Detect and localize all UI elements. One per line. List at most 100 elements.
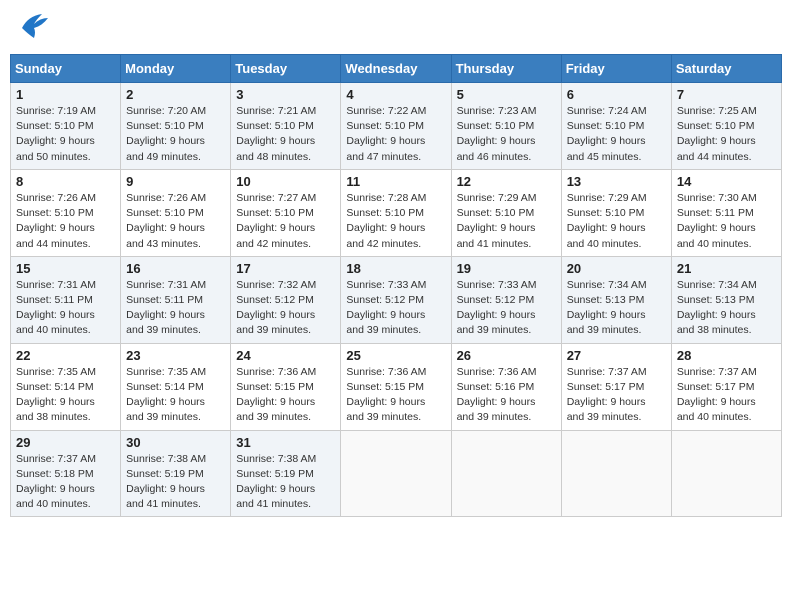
calendar-cell bbox=[671, 430, 781, 517]
day-number: 8 bbox=[16, 174, 115, 189]
day-number: 28 bbox=[677, 348, 776, 363]
day-info: Sunrise: 7:22 AM Sunset: 5:10 PM Dayligh… bbox=[346, 104, 445, 165]
calendar-cell: 28 Sunrise: 7:37 AM Sunset: 5:17 PM Dayli… bbox=[671, 343, 781, 430]
day-number: 14 bbox=[677, 174, 776, 189]
calendar-cell: 7 Sunrise: 7:25 AM Sunset: 5:10 PM Daylig… bbox=[671, 83, 781, 170]
day-info: Sunrise: 7:23 AM Sunset: 5:10 PM Dayligh… bbox=[457, 104, 556, 165]
day-info: Sunrise: 7:21 AM Sunset: 5:10 PM Dayligh… bbox=[236, 104, 335, 165]
day-info: Sunrise: 7:33 AM Sunset: 5:12 PM Dayligh… bbox=[346, 278, 445, 339]
day-number: 12 bbox=[457, 174, 556, 189]
day-info: Sunrise: 7:36 AM Sunset: 5:15 PM Dayligh… bbox=[236, 365, 335, 426]
calendar-cell: 1Sunrise: 7:19 AM Sunset: 5:10 PM Daylig… bbox=[11, 83, 121, 170]
calendar-cell bbox=[561, 430, 671, 517]
calendar-cell: 10 Sunrise: 7:27 AM Sunset: 5:10 PM Dayli… bbox=[231, 169, 341, 256]
calendar-cell: 8Sunrise: 7:26 AM Sunset: 5:10 PM Daylig… bbox=[11, 169, 121, 256]
page-header bbox=[10, 10, 782, 48]
calendar-cell: 9 Sunrise: 7:26 AM Sunset: 5:10 PM Daylig… bbox=[121, 169, 231, 256]
day-number: 21 bbox=[677, 261, 776, 276]
day-info: Sunrise: 7:37 AM Sunset: 5:17 PM Dayligh… bbox=[677, 365, 776, 426]
day-info: Sunrise: 7:30 AM Sunset: 5:11 PM Dayligh… bbox=[677, 191, 776, 252]
day-info: Sunrise: 7:31 AM Sunset: 5:11 PM Dayligh… bbox=[126, 278, 225, 339]
day-number: 3 bbox=[236, 87, 335, 102]
day-info: Sunrise: 7:32 AM Sunset: 5:12 PM Dayligh… bbox=[236, 278, 335, 339]
day-number: 16 bbox=[126, 261, 225, 276]
day-number: 29 bbox=[16, 435, 115, 450]
day-number: 9 bbox=[126, 174, 225, 189]
calendar-header: SundayMondayTuesdayWednesdayThursdayFrid… bbox=[11, 55, 782, 83]
weekday-header-wednesday: Wednesday bbox=[341, 55, 451, 83]
calendar-cell: 5 Sunrise: 7:23 AM Sunset: 5:10 PM Daylig… bbox=[451, 83, 561, 170]
calendar-week-row: 15 Sunrise: 7:31 AM Sunset: 5:11 PM Dayli… bbox=[11, 256, 782, 343]
day-info: Sunrise: 7:19 AM Sunset: 5:10 PM Dayligh… bbox=[16, 104, 115, 165]
day-number: 19 bbox=[457, 261, 556, 276]
day-number: 7 bbox=[677, 87, 776, 102]
calendar-cell: 19Sunrise: 7:33 AM Sunset: 5:12 PM Dayli… bbox=[451, 256, 561, 343]
calendar-cell: 14 Sunrise: 7:30 AM Sunset: 5:11 PM Dayli… bbox=[671, 169, 781, 256]
day-info: Sunrise: 7:24 AM Sunset: 5:10 PM Dayligh… bbox=[567, 104, 666, 165]
calendar-cell: 17 Sunrise: 7:32 AM Sunset: 5:12 PM Dayli… bbox=[231, 256, 341, 343]
calendar-cell: 29 Sunrise: 7:37 AM Sunset: 5:18 PM Dayli… bbox=[11, 430, 121, 517]
weekday-header-sunday: Sunday bbox=[11, 55, 121, 83]
day-number: 22 bbox=[16, 348, 115, 363]
day-number: 26 bbox=[457, 348, 556, 363]
weekday-header-tuesday: Tuesday bbox=[231, 55, 341, 83]
day-number: 25 bbox=[346, 348, 445, 363]
day-info: Sunrise: 7:37 AM Sunset: 5:18 PM Dayligh… bbox=[16, 452, 115, 513]
day-number: 30 bbox=[126, 435, 225, 450]
day-info: Sunrise: 7:20 AM Sunset: 5:10 PM Dayligh… bbox=[126, 104, 225, 165]
day-number: 15 bbox=[16, 261, 115, 276]
calendar-cell: 20 Sunrise: 7:34 AM Sunset: 5:13 PM Dayli… bbox=[561, 256, 671, 343]
calendar-cell: 30 Sunrise: 7:38 AM Sunset: 5:19 PM Dayli… bbox=[121, 430, 231, 517]
calendar-cell bbox=[451, 430, 561, 517]
calendar-cell: 4Sunrise: 7:22 AM Sunset: 5:10 PM Daylig… bbox=[341, 83, 451, 170]
day-number: 17 bbox=[236, 261, 335, 276]
logo bbox=[10, 10, 50, 48]
day-number: 2 bbox=[126, 87, 225, 102]
calendar-cell: 31 Sunrise: 7:38 AM Sunset: 5:19 PM Dayli… bbox=[231, 430, 341, 517]
day-number: 27 bbox=[567, 348, 666, 363]
weekday-header-monday: Monday bbox=[121, 55, 231, 83]
day-info: Sunrise: 7:31 AM Sunset: 5:11 PM Dayligh… bbox=[16, 278, 115, 339]
day-info: Sunrise: 7:34 AM Sunset: 5:13 PM Dayligh… bbox=[677, 278, 776, 339]
calendar-cell: 25 Sunrise: 7:36 AM Sunset: 5:15 PM Dayli… bbox=[341, 343, 451, 430]
calendar-cell: 16 Sunrise: 7:31 AM Sunset: 5:11 PM Dayli… bbox=[121, 256, 231, 343]
calendar-cell: 13Sunrise: 7:29 AM Sunset: 5:10 PM Dayli… bbox=[561, 169, 671, 256]
logo-bird-icon bbox=[14, 10, 50, 48]
calendar-cell: 21 Sunrise: 7:34 AM Sunset: 5:13 PM Dayli… bbox=[671, 256, 781, 343]
calendar-week-row: 1Sunrise: 7:19 AM Sunset: 5:10 PM Daylig… bbox=[11, 83, 782, 170]
calendar-cell: 24 Sunrise: 7:36 AM Sunset: 5:15 PM Dayli… bbox=[231, 343, 341, 430]
day-number: 18 bbox=[346, 261, 445, 276]
day-number: 10 bbox=[236, 174, 335, 189]
calendar-cell: 6 Sunrise: 7:24 AM Sunset: 5:10 PM Daylig… bbox=[561, 83, 671, 170]
calendar-cell: 22Sunrise: 7:35 AM Sunset: 5:14 PM Dayli… bbox=[11, 343, 121, 430]
day-info: Sunrise: 7:38 AM Sunset: 5:19 PM Dayligh… bbox=[236, 452, 335, 513]
day-info: Sunrise: 7:27 AM Sunset: 5:10 PM Dayligh… bbox=[236, 191, 335, 252]
calendar-cell: 26 Sunrise: 7:36 AM Sunset: 5:16 PM Dayli… bbox=[451, 343, 561, 430]
day-number: 11 bbox=[346, 174, 445, 189]
weekday-header-friday: Friday bbox=[561, 55, 671, 83]
day-info: Sunrise: 7:29 AM Sunset: 5:10 PM Dayligh… bbox=[567, 191, 666, 252]
day-info: Sunrise: 7:36 AM Sunset: 5:16 PM Dayligh… bbox=[457, 365, 556, 426]
day-number: 20 bbox=[567, 261, 666, 276]
calendar-table: SundayMondayTuesdayWednesdayThursdayFrid… bbox=[10, 54, 782, 517]
calendar-cell: 15 Sunrise: 7:31 AM Sunset: 5:11 PM Dayli… bbox=[11, 256, 121, 343]
day-number: 6 bbox=[567, 87, 666, 102]
day-number: 5 bbox=[457, 87, 556, 102]
calendar-week-row: 29 Sunrise: 7:37 AM Sunset: 5:18 PM Dayli… bbox=[11, 430, 782, 517]
calendar-cell: 2 Sunrise: 7:20 AM Sunset: 5:10 PM Daylig… bbox=[121, 83, 231, 170]
day-info: Sunrise: 7:34 AM Sunset: 5:13 PM Dayligh… bbox=[567, 278, 666, 339]
calendar-cell: 23Sunrise: 7:35 AM Sunset: 5:14 PM Dayli… bbox=[121, 343, 231, 430]
day-info: Sunrise: 7:25 AM Sunset: 5:10 PM Dayligh… bbox=[677, 104, 776, 165]
calendar-week-row: 22Sunrise: 7:35 AM Sunset: 5:14 PM Dayli… bbox=[11, 343, 782, 430]
calendar-cell: 3 Sunrise: 7:21 AM Sunset: 5:10 PM Daylig… bbox=[231, 83, 341, 170]
calendar-cell: 12 Sunrise: 7:29 AM Sunset: 5:10 PM Dayli… bbox=[451, 169, 561, 256]
day-info: Sunrise: 7:38 AM Sunset: 5:19 PM Dayligh… bbox=[126, 452, 225, 513]
day-info: Sunrise: 7:36 AM Sunset: 5:15 PM Dayligh… bbox=[346, 365, 445, 426]
day-info: Sunrise: 7:37 AM Sunset: 5:17 PM Dayligh… bbox=[567, 365, 666, 426]
day-number: 31 bbox=[236, 435, 335, 450]
calendar-cell: 27 Sunrise: 7:37 AM Sunset: 5:17 PM Dayli… bbox=[561, 343, 671, 430]
weekday-header-saturday: Saturday bbox=[671, 55, 781, 83]
day-info: Sunrise: 7:29 AM Sunset: 5:10 PM Dayligh… bbox=[457, 191, 556, 252]
day-number: 24 bbox=[236, 348, 335, 363]
day-info: Sunrise: 7:26 AM Sunset: 5:10 PM Dayligh… bbox=[126, 191, 225, 252]
